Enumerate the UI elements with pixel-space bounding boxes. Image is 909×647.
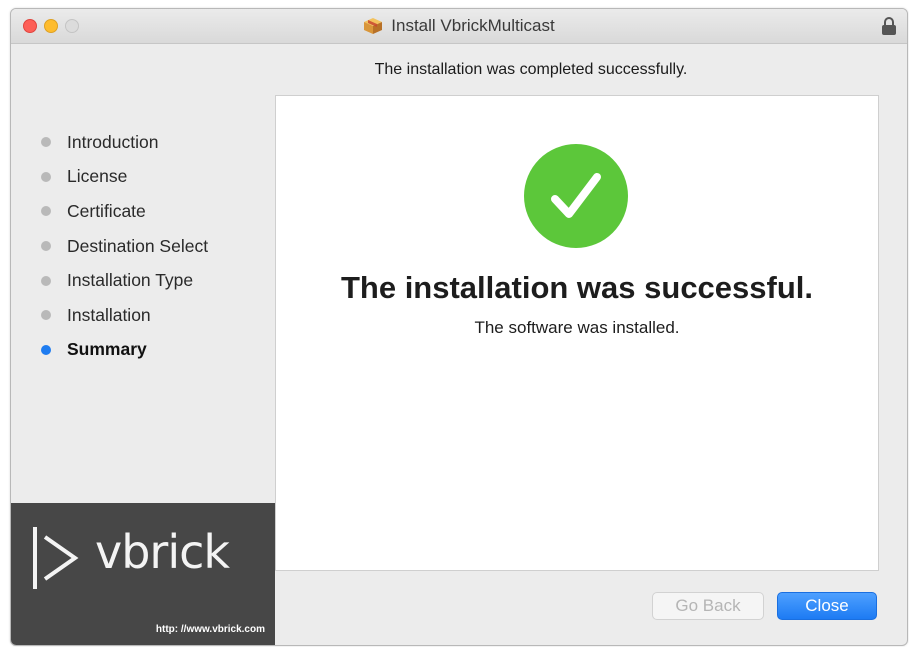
step-summary: Summary <box>39 333 208 368</box>
window-title-group: Install VbrickMulticast <box>11 9 907 43</box>
title-bar: Install VbrickMulticast <box>11 9 907 44</box>
step-label: Installation <box>67 304 151 325</box>
installer-window: Install VbrickMulticast The installation… <box>10 8 908 646</box>
step-introduction: Introduction <box>39 125 208 160</box>
step-active-bullet-icon <box>41 344 51 355</box>
success-headline: The installation was successful. <box>340 270 814 305</box>
step-bullet-icon <box>41 137 51 148</box>
step-label: Certificate <box>67 200 146 221</box>
step-certificate: Certificate <box>39 194 208 229</box>
step-bullet-icon <box>41 171 51 182</box>
step-installation-type: Installation Type <box>39 263 208 298</box>
step-license: License <box>39 160 208 195</box>
lock-icon <box>882 17 896 35</box>
step-label: Destination Select <box>67 235 209 256</box>
step-bullet-icon <box>41 241 51 252</box>
step-label: License <box>67 166 128 187</box>
window-title: Install VbrickMulticast <box>391 16 555 35</box>
step-destination-select: Destination Select <box>39 229 208 264</box>
page-subtitle: The installation was completed successfu… <box>275 61 887 79</box>
page-subtitle-text: The installation was completed successfu… <box>374 61 688 78</box>
success-check-icon <box>524 144 628 248</box>
brand-url: http: //www.vbrick.com <box>155 624 265 635</box>
summary-panel: The installation was successful. The sof… <box>275 95 879 571</box>
step-bullet-icon <box>41 206 51 217</box>
brand-name: vbrick <box>95 525 230 579</box>
step-bullet-icon <box>41 275 51 286</box>
step-label: Summary <box>67 339 147 360</box>
step-bullet-icon <box>41 310 51 321</box>
steps-list: Introduction License Certificate Destina… <box>39 125 208 367</box>
steps-sidebar: Introduction License Certificate Destina… <box>11 43 275 503</box>
step-installation: Installation <box>39 298 208 333</box>
step-label: Introduction <box>67 131 159 152</box>
step-label: Installation Type <box>67 270 194 291</box>
vbrick-play-logo <box>33 527 79 589</box>
success-message: The software was installed. <box>474 318 680 337</box>
brand-panel: vbrick http: //www.vbrick.com <box>11 503 275 645</box>
go-back-button[interactable]: Go Back <box>652 592 764 620</box>
close-button[interactable]: Close <box>777 592 877 620</box>
package-icon <box>364 18 383 34</box>
